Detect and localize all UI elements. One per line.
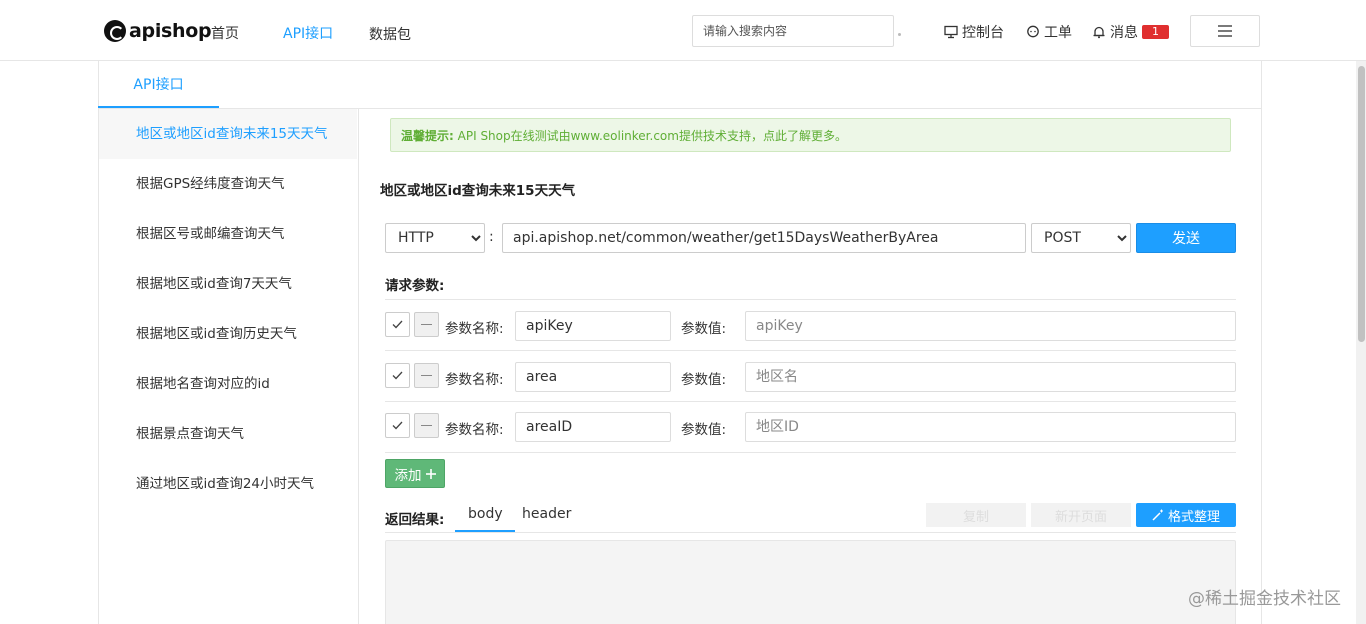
format-button[interactable]: 格式整理 [1136, 503, 1236, 527]
minus-icon [421, 374, 432, 377]
console-link[interactable]: 控制台 [944, 22, 1004, 42]
sidebar-item-24hour[interactable]: 通过地区或id查询24小时天气 [99, 459, 358, 509]
url-input[interactable] [502, 223, 1026, 253]
messages-label: 消息 [1110, 25, 1138, 41]
param-value-input[interactable] [745, 311, 1236, 341]
param-divider [385, 401, 1236, 402]
params-section-label: 请求参数: [385, 278, 445, 294]
params-divider [385, 299, 1236, 300]
result-divider [385, 532, 1236, 533]
tab-header[interactable]: header [522, 506, 571, 522]
param-name-label: 参数名称: [445, 372, 504, 388]
magic-wand-icon [1152, 509, 1163, 521]
param-divider [385, 350, 1236, 351]
remove-param-button[interactable] [414, 363, 439, 388]
param-value-input[interactable] [745, 412, 1236, 442]
main-tab-row: API接口 [98, 61, 1262, 109]
sidebar-item-15day[interactable]: 地区或地区id查询未来15天天气 [99, 109, 357, 159]
logo[interactable]: apishop [104, 19, 212, 43]
param-value-label: 参数值: [681, 422, 727, 438]
scrollbar-thumb[interactable] [1358, 66, 1365, 342]
api-title: 地区或地区id查询未来15天天气 [380, 183, 576, 199]
nav-datapack[interactable]: 数据包 [369, 24, 411, 44]
monitor-icon [944, 25, 958, 39]
hamburger-icon [1218, 25, 1232, 37]
param-checkbox[interactable] [385, 363, 410, 388]
top-bar: apishop 首页 API接口 数据包 控制台 工单 消息 1 [0, 0, 1366, 61]
param-name-label: 参数名称: [445, 422, 504, 438]
method-select[interactable]: POST [1031, 223, 1131, 253]
param-name-input[interactable] [515, 311, 671, 341]
minus-icon [421, 323, 432, 326]
param-name-input[interactable] [515, 362, 671, 392]
logo-text: apishop [129, 20, 212, 42]
search-dot [898, 33, 901, 36]
nav-api[interactable]: API接口 [283, 23, 333, 43]
bell-icon [1093, 26, 1105, 39]
protocol-select[interactable]: HTTP [385, 223, 485, 253]
result-section-label: 返回结果: [385, 512, 445, 528]
add-param-button[interactable]: 添加 [385, 459, 445, 488]
param-name-label: 参数名称: [445, 321, 504, 337]
format-label: 格式整理 [1167, 509, 1220, 525]
copy-button[interactable]: 复制 [926, 503, 1026, 527]
remove-param-button[interactable] [414, 312, 439, 337]
notice-banner[interactable]: 温馨提示: API Shop在线测试由www.eolinker.com提供技术支… [390, 118, 1231, 152]
ticket-link[interactable]: 工单 [1026, 22, 1072, 42]
checkmark-icon [392, 421, 403, 430]
remove-param-button[interactable] [414, 413, 439, 438]
tab-body[interactable]: body [468, 506, 503, 522]
param-row: 参数名称: 参数值: [385, 362, 1236, 392]
param-row: 参数名称: 参数值: [385, 311, 1236, 341]
tab-api[interactable]: API接口 [98, 61, 219, 108]
sidebar: 地区或地区id查询未来15天天气 根据GPS经纬度查询天气 根据区号或邮编查询天… [99, 109, 359, 624]
param-name-input[interactable] [515, 412, 671, 442]
sidebar-item-history[interactable]: 根据地区或id查询历史天气 [99, 309, 358, 359]
param-row: 参数名称: 参数值: [385, 412, 1236, 442]
param-value-label: 参数值: [681, 321, 727, 337]
sidebar-item-gps[interactable]: 根据GPS经纬度查询天气 [99, 159, 358, 209]
console-label: 控制台 [962, 25, 1004, 41]
notice-text: API Shop在线测试由www.eolinker.com提供技术支持，点此了解… [457, 129, 847, 143]
minus-icon [421, 424, 432, 427]
sidebar-item-place-id[interactable]: 根据地名查询对应的id [99, 359, 358, 409]
param-divider [385, 452, 1236, 453]
message-count-badge: 1 [1142, 25, 1169, 39]
open-new-page-button[interactable]: 新开页面 [1031, 503, 1131, 527]
checkmark-icon [392, 320, 403, 329]
search-input[interactable] [692, 15, 894, 47]
chat-icon [1027, 25, 1039, 38]
menu-button[interactable] [1190, 15, 1260, 47]
send-button[interactable]: 发送 [1136, 223, 1236, 253]
param-value-label: 参数值: [681, 372, 727, 388]
checkmark-icon [392, 371, 403, 380]
watermark-text: @稀土掘金技术社区 [1188, 589, 1341, 609]
sidebar-item-zipcode[interactable]: 根据区号或邮编查询天气 [99, 209, 358, 259]
param-checkbox[interactable] [385, 413, 410, 438]
messages-link[interactable]: 消息 1 [1092, 22, 1169, 42]
notice-label: 温馨提示: [401, 129, 454, 143]
param-value-input[interactable] [745, 362, 1236, 392]
plus-icon [425, 468, 436, 479]
sidebar-item-scenic[interactable]: 根据景点查询天气 [99, 409, 358, 459]
ticket-label: 工单 [1044, 25, 1072, 41]
param-checkbox[interactable] [385, 312, 410, 337]
colon-separator: : [489, 229, 494, 245]
logo-icon [104, 20, 126, 42]
nav-home[interactable]: 首页 [211, 23, 239, 43]
result-output[interactable] [385, 540, 1236, 624]
add-param-label: 添加 [394, 467, 422, 484]
sidebar-item-7day[interactable]: 根据地区或id查询7天天气 [99, 259, 358, 309]
